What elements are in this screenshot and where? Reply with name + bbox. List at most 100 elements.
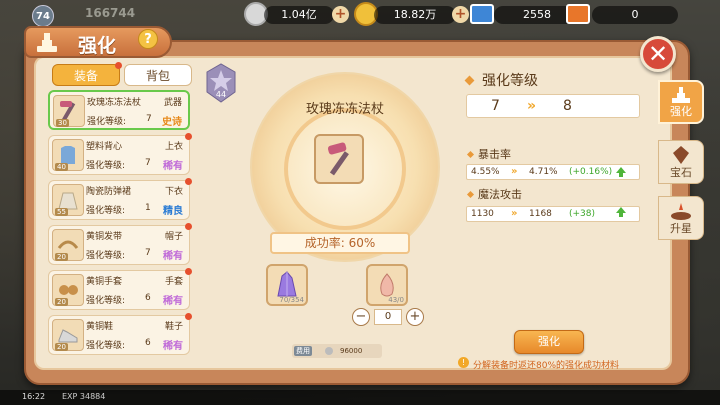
side-tab-label: 升星 <box>670 222 692 235</box>
level-to: 8 <box>563 98 572 114</box>
item-name: 黄铜发带 <box>86 232 123 242</box>
tab-equip[interactable]: 装备 <box>52 62 122 86</box>
quantity-stepper: − 0 + <box>352 308 424 326</box>
item-slot: 下衣 <box>164 187 183 197</box>
material-count: 70/354 <box>279 296 304 304</box>
material-slot-luck[interactable]: 43/0 <box>366 264 408 306</box>
add-gold-button[interactable]: + <box>452 6 469 23</box>
silver-amount: 1.04亿 <box>264 6 334 24</box>
add-silver-button[interactable]: + <box>332 6 349 23</box>
crit-from: 4.55% <box>471 167 500 177</box>
enhance-button[interactable]: 强化 <box>514 330 584 354</box>
item-rarity: 史诗 <box>162 117 182 128</box>
matk-delta: (+38) <box>569 209 596 219</box>
matk-row: 1130 » 1168 (+38) <box>466 206 640 222</box>
combat-power: 166744 <box>85 6 136 20</box>
headband-icon: 20 <box>52 229 84 261</box>
chevron-right-icon: » <box>511 208 518 219</box>
item-slot: 上衣 <box>164 142 183 152</box>
help-button[interactable]: ? <box>138 29 158 49</box>
decrement-button[interactable]: − <box>352 308 370 326</box>
notification-dot <box>185 178 192 185</box>
skirt-icon: 55 <box>52 184 84 216</box>
staff-icon: 30 <box>53 95 85 127</box>
item-level-tag: 20 <box>55 253 68 261</box>
list-item[interactable]: 20 黄铜手套 手套 强化等级: 6 稀有 <box>48 268 192 310</box>
event-ticket-icon <box>566 4 590 24</box>
list-item[interactable]: 30 玫瑰冻冻法杖 武器 强化等级: 7 史诗 <box>48 90 190 130</box>
item-level-label: 强化等级: <box>86 296 126 306</box>
up-arrow-icon <box>616 167 626 177</box>
material-count: 43/0 <box>388 296 404 304</box>
item-level-label: 强化等级: <box>86 251 126 261</box>
item-level-tag: 40 <box>55 163 68 171</box>
exp-readout: EXP 34884 <box>62 392 106 401</box>
decompose-note: 分解装备时返还80%的强化成功材料 <box>473 361 620 371</box>
matk-from: 1130 <box>471 209 494 219</box>
matk-title: 魔法攻击 <box>478 188 522 201</box>
enhance-level-title: 强化等级 <box>482 73 538 89</box>
list-item[interactable]: 20 黄铜鞋 鞋子 强化等级: 6 稀有 <box>48 313 192 355</box>
item-level-value: 6 <box>145 338 151 348</box>
material-slot-crystal[interactable]: 70/354 <box>266 264 308 306</box>
list-tabs: 装备 背包 <box>52 62 192 86</box>
side-tab-enhance[interactable]: 强化 <box>658 80 704 124</box>
equipment-list: 装备 背包 30 玫瑰冻冻法杖 武器 强化等级: 7 史诗 40 塑料背心 上衣… <box>42 60 196 368</box>
item-slot: 鞋子 <box>164 322 183 332</box>
list-item[interactable]: 20 黄铜发带 帽子 强化等级: 7 稀有 <box>48 223 192 265</box>
item-level-value: 7 <box>145 248 151 258</box>
cost-display: 费用 96000 <box>292 344 382 358</box>
item-slot: 手套 <box>164 277 183 287</box>
item-level-label: 强化等级: <box>86 206 126 216</box>
item-slot: 帽子 <box>164 232 183 242</box>
side-tab-gem[interactable]: 宝石 <box>658 140 704 184</box>
item-level-tag: 20 <box>55 298 68 306</box>
notification-dot <box>185 133 192 140</box>
item-slot: 武器 <box>163 98 182 108</box>
silver-coin-icon <box>325 347 333 355</box>
item-name: 黄铜手套 <box>86 277 123 287</box>
matk-to: 1168 <box>529 209 552 219</box>
item-level-value: 1 <box>145 203 151 213</box>
item-rarity: 稀有 <box>163 161 183 172</box>
staff-icon <box>327 142 349 176</box>
crit-title: 暴击率 <box>478 148 511 161</box>
diamond-ticket-icon <box>470 4 494 24</box>
vest-icon: 40 <box>52 139 84 171</box>
selected-item-slot <box>314 134 364 184</box>
tab-equip-label: 装备 <box>73 69 98 83</box>
bottom-status-bar: 16:22 EXP 34884 <box>0 390 720 405</box>
side-tab-star[interactable]: 升星 <box>658 196 704 240</box>
success-rate: 成功率: 60% <box>270 232 410 254</box>
up-arrow-icon <box>616 207 626 217</box>
info-icon: ! <box>458 357 469 368</box>
item-rarity: 稀有 <box>163 341 183 352</box>
item-name: 陶瓷防弹裙 <box>86 187 132 197</box>
crit-row: 4.55% » 4.71% (+0.16%) <box>466 164 640 180</box>
item-level-label: 强化等级: <box>86 161 126 171</box>
shoes-icon: 20 <box>52 319 84 351</box>
list-item[interactable]: 40 塑料背心 上衣 强化等级: 7 稀有 <box>48 133 192 175</box>
tab-bag[interactable]: 背包 <box>124 64 192 86</box>
side-tab-label: 强化 <box>670 105 692 118</box>
item-level-tag: 30 <box>56 119 69 127</box>
level-change-bar: 7 » 8 <box>466 94 640 118</box>
chevron-right-icon: » <box>527 98 537 114</box>
close-button[interactable]: ✕ <box>640 36 676 72</box>
quantity-value[interactable]: 0 <box>374 309 402 325</box>
increment-button[interactable]: + <box>406 308 424 326</box>
notification-dot <box>185 223 192 230</box>
page-title: 强化 <box>78 35 117 57</box>
star-level: 44 <box>215 90 227 99</box>
anvil-icon <box>37 33 57 52</box>
cost-label: 费用 <box>294 346 312 356</box>
item-level-value: 6 <box>145 293 151 303</box>
item-level-label: 强化等级: <box>87 117 127 127</box>
altar-icon <box>671 203 691 220</box>
crit-to: 4.71% <box>529 167 558 177</box>
notification-dot <box>185 268 192 275</box>
item-level-label: 强化等级: <box>86 341 126 351</box>
list-item[interactable]: 55 陶瓷防弹裙 下衣 强化等级: 1 精良 <box>48 178 192 220</box>
item-level-tag: 20 <box>55 343 68 351</box>
item-name: 黄铜鞋 <box>86 322 114 332</box>
